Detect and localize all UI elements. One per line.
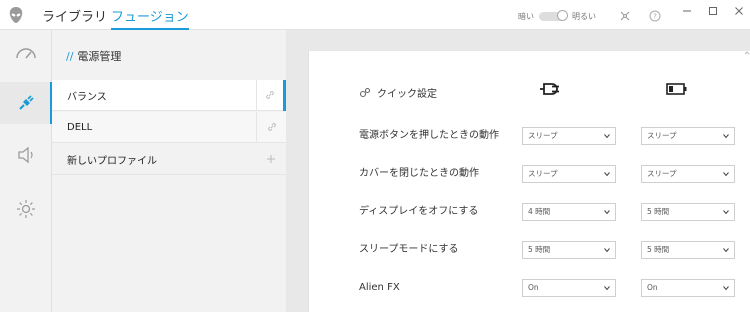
chevron-down-icon	[723, 172, 729, 177]
sleep-battery-select[interactable]: 5 時間	[641, 241, 735, 259]
power-button-ac-select[interactable]: スリープ	[522, 127, 616, 145]
link-icon[interactable]	[256, 79, 286, 111]
setting-lid-close-label: カバーを閉じたときの動作	[359, 168, 479, 179]
chevron-down-icon	[604, 286, 610, 291]
quick-settings-label: クイック設定	[377, 89, 437, 100]
setting-sleep-label: スリープモードにする	[359, 244, 459, 255]
select-value: On	[528, 283, 539, 292]
maximize-icon[interactable]	[706, 4, 720, 18]
setting-display-off-label: ディスプレイをオフにする	[359, 206, 479, 217]
lid-close-battery-select[interactable]: スリープ	[641, 165, 735, 183]
quick-settings: クイック設定	[359, 85, 437, 100]
profile-dell[interactable]: DELL	[52, 111, 286, 143]
display-off-battery-select[interactable]: 5 時間	[641, 203, 735, 221]
select-value: 5 時間	[528, 245, 551, 254]
select-value: スリープ	[647, 131, 677, 140]
theme-light-label: 明るい	[572, 11, 596, 21]
chevron-down-icon	[723, 134, 729, 139]
plus-icon[interactable]	[256, 144, 286, 175]
title-prefix: //	[66, 50, 74, 63]
link-icon[interactable]	[256, 111, 286, 143]
profile-label: DELL	[67, 121, 93, 133]
scrollbar[interactable]	[744, 51, 750, 312]
profile-balanced[interactable]: バランス	[52, 79, 286, 111]
power-button-battery-select[interactable]: スリープ	[641, 127, 735, 145]
tab-library[interactable]: ライブラリ	[42, 6, 107, 30]
left-rail	[0, 30, 53, 312]
gears-icon	[359, 87, 371, 97]
chevron-down-icon	[723, 210, 729, 215]
panel-title: //電源管理	[66, 48, 121, 64]
profile-label: バランス	[67, 91, 107, 103]
rail-item-performance[interactable]	[0, 32, 52, 74]
title-text: 電源管理	[77, 50, 122, 63]
setting-alienfx-label: Alien FX	[359, 282, 400, 293]
select-value: スリープ	[528, 131, 558, 140]
speaker-icon	[18, 146, 33, 164]
chevron-down-icon	[604, 248, 610, 253]
theme-dark-label: 暗い	[518, 11, 534, 21]
chevron-down-icon	[723, 248, 729, 253]
close-icon[interactable]	[732, 4, 746, 18]
sleep-ac-select[interactable]: 5 時間	[522, 241, 616, 259]
svg-text:?: ?	[653, 13, 657, 21]
select-value: On	[647, 283, 658, 292]
rail-item-audio[interactable]	[0, 134, 52, 176]
battery-icon	[666, 83, 687, 95]
power-plug-icon	[19, 95, 34, 110]
alienfx-battery-select[interactable]: On	[641, 279, 735, 297]
profile-new[interactable]: 新しいプロファイル	[52, 144, 286, 175]
chevron-down-icon	[604, 172, 610, 177]
select-value: 5 時間	[647, 245, 670, 254]
display-off-ac-select[interactable]: 4 時間	[522, 203, 616, 221]
lid-close-ac-select[interactable]: スリープ	[522, 165, 616, 183]
theme-switch[interactable]	[539, 9, 568, 21]
setting-power-button-label: 電源ボタンを押したときの動作	[359, 130, 499, 141]
select-value: 5 時間	[647, 207, 670, 216]
gauge-icon	[16, 48, 36, 59]
help-icon[interactable]: ?	[649, 10, 661, 22]
brightness-icon	[17, 200, 35, 218]
minimize-icon[interactable]	[680, 4, 694, 18]
tab-fusion[interactable]: フュージョン	[111, 6, 189, 30]
select-value: スリープ	[528, 169, 558, 178]
theme-toggle[interactable]: 暗い 明るい	[518, 9, 596, 23]
profile-label: 新しいプロファイル	[67, 155, 157, 167]
chevron-down-icon	[604, 210, 610, 215]
ac-plug-icon	[540, 83, 559, 95]
network-icon[interactable]	[619, 10, 631, 22]
alien-logo-icon	[9, 7, 23, 23]
settings-card: クイック設定 電源ボタンを押したときの動作 スリープ スリープ カバーを閉じたと…	[308, 51, 750, 312]
rail-item-power[interactable]	[0, 82, 53, 124]
rail-item-display[interactable]	[0, 188, 52, 230]
top-bar: ライブラリ フュージョン 暗い 明るい ?	[0, 0, 750, 30]
chevron-down-icon	[604, 134, 610, 139]
alienfx-ac-select[interactable]: On	[522, 279, 616, 297]
select-value: 4 時間	[528, 207, 551, 216]
profiles-panel: //電源管理 バランス DELL 新しいプロファイル	[52, 30, 286, 312]
select-value: スリープ	[647, 169, 677, 178]
chevron-down-icon	[723, 286, 729, 291]
